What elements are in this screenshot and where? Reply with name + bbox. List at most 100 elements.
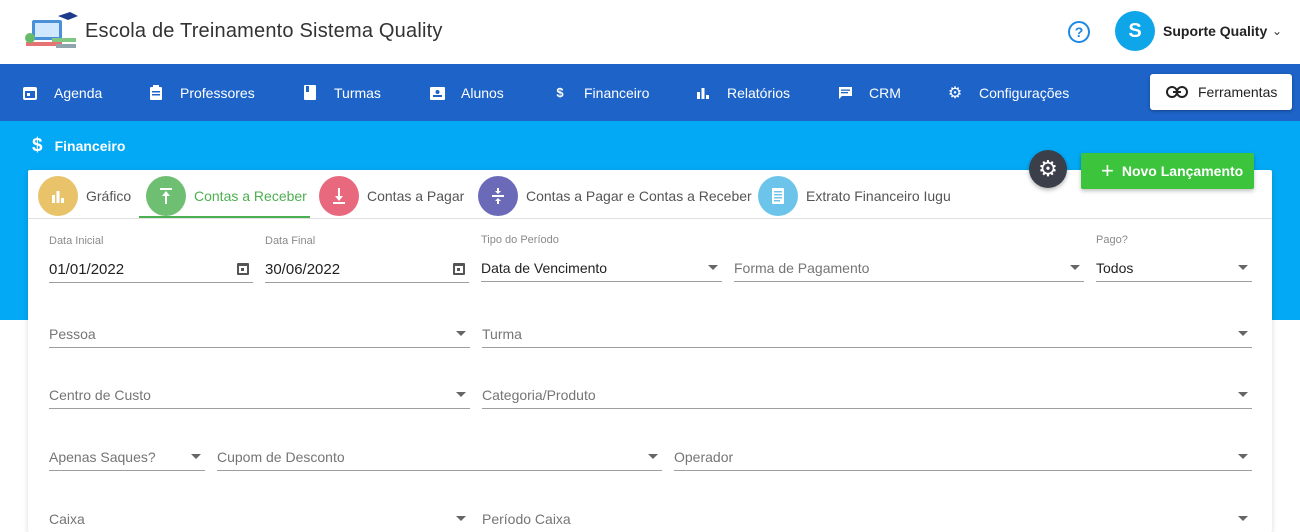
field-value: Data de Vencimento [481, 260, 608, 276]
calendar-icon [22, 85, 38, 101]
field-value: 30/06/2022 [265, 261, 341, 278]
tab-label: Contas a Pagar e Contas a Receber [526, 188, 752, 204]
dollar-icon: $ [32, 135, 43, 156]
clipboard-icon [148, 85, 164, 101]
id-card-icon [429, 85, 445, 101]
tab-grafico[interactable]: Gráfico [38, 174, 131, 218]
gear-icon: ⚙ [947, 84, 963, 102]
nav-label: Relatórios [727, 84, 791, 101]
nav-label: Turmas [334, 84, 381, 101]
nav-label: Professores [180, 84, 255, 101]
chevron-down-icon[interactable]: ⌄ [1272, 24, 1282, 38]
field-placeholder: Categoria/Produto [482, 387, 596, 403]
nav-label: Alunos [461, 84, 504, 101]
calendar-icon[interactable] [237, 263, 249, 275]
help-icon[interactable]: ? [1068, 21, 1090, 43]
tab-label: Extrato Financeiro Iugu [806, 188, 951, 204]
pago-select[interactable]: Pago? Todos [1096, 234, 1252, 282]
field-value: 01/01/2022 [49, 261, 125, 278]
nav-label: CRM [869, 84, 901, 101]
message-icon [837, 85, 853, 101]
gear-icon: ⚙ [1038, 156, 1058, 181]
nav-item-financeiro[interactable]: $ Financeiro [552, 64, 649, 121]
plus-icon: + [1101, 158, 1114, 183]
tools-label: Ferramentas [1198, 84, 1278, 100]
user-avatar[interactable]: S [1115, 11, 1155, 51]
book-icon [302, 85, 318, 101]
nav-item-turmas[interactable]: Turmas [302, 64, 381, 121]
pessoa-select[interactable]: Pessoa [49, 320, 470, 348]
forma-pagamento-select[interactable]: Forma de Pagamento [734, 254, 1084, 282]
link-icon [1166, 86, 1188, 98]
top-header: Escola de Treinamento Sistema Quality ? … [0, 0, 1300, 64]
field-placeholder: Cupom de Desconto [217, 449, 345, 465]
tab-label: Contas a Receber [194, 188, 307, 204]
settings-button[interactable]: ⚙ [1029, 150, 1067, 188]
operador-select[interactable]: Operador [674, 443, 1252, 471]
chevron-down-icon [191, 454, 201, 459]
nav-item-relatorios[interactable]: Relatórios [695, 64, 790, 121]
apenas-saques-select[interactable]: Apenas Saques? [49, 443, 205, 471]
school-logo-icon[interactable] [22, 12, 78, 52]
chevron-down-icon [1238, 265, 1248, 270]
tab-contas-pagar-receber[interactable]: Contas a Pagar e Contas a Receber [478, 174, 752, 218]
turma-select[interactable]: Turma [482, 320, 1252, 348]
field-placeholder: Centro de Custo [49, 387, 151, 403]
chevron-down-icon [456, 516, 466, 521]
chevron-down-icon [708, 265, 718, 270]
chevron-down-icon [1238, 331, 1248, 336]
active-tab-indicator [139, 216, 310, 218]
field-label: Pago? [1096, 234, 1128, 246]
chevron-down-icon [1070, 265, 1080, 270]
user-name[interactable]: Suporte Quality [1163, 23, 1267, 39]
nav-label: Financeiro [584, 84, 650, 101]
nav-label: Configurações [979, 84, 1070, 101]
field-placeholder: Pessoa [49, 326, 96, 342]
chevron-down-icon [1238, 516, 1248, 521]
field-label: Data Final [265, 235, 316, 247]
tab-label: Gráfico [86, 188, 132, 204]
tab-contas-pagar[interactable]: Contas a Pagar [319, 174, 464, 218]
chevron-down-icon [1238, 392, 1248, 397]
receipt-icon [758, 176, 798, 216]
chevron-down-icon [648, 454, 658, 459]
tab-label: Contas a Pagar [367, 188, 465, 204]
field-placeholder: Forma de Pagamento [734, 260, 870, 276]
centro-custo-select[interactable]: Centro de Custo [49, 381, 470, 409]
new-entry-label: Novo Lançamento [1121, 163, 1244, 179]
data-inicial-field[interactable]: Data Inicial 01/01/2022 [49, 235, 253, 283]
tools-button[interactable]: Ferramentas [1150, 74, 1292, 110]
chevron-down-icon [1238, 454, 1248, 459]
field-placeholder: Operador [674, 449, 734, 465]
nav-item-agenda[interactable]: Agenda [22, 64, 102, 121]
compress-icon [478, 176, 518, 216]
tab-extrato-iugu[interactable]: Extrato Financeiro Iugu [758, 174, 951, 218]
bar-chart-icon [695, 85, 711, 101]
data-final-field[interactable]: Data Final 30/06/2022 [265, 235, 469, 283]
field-placeholder: Apenas Saques? [49, 449, 156, 465]
tab-contas-receber[interactable]: Contas a Receber [146, 174, 307, 218]
calendar-icon[interactable] [453, 263, 465, 275]
caixa-select[interactable]: Caixa [49, 505, 470, 532]
field-label: Tipo do Período [481, 234, 559, 246]
field-label: Data Inicial [49, 235, 104, 247]
nav-item-professores[interactable]: Professores [148, 64, 255, 121]
nav-item-crm[interactable]: CRM [837, 64, 901, 121]
chevron-down-icon [456, 331, 466, 336]
download-icon [319, 176, 359, 216]
field-placeholder: Período Caixa [482, 511, 571, 527]
tipo-periodo-select[interactable]: Tipo do Período Data de Vencimento [481, 234, 722, 282]
section-title-text: Financeiro [54, 138, 126, 154]
nav-item-alunos[interactable]: Alunos [429, 64, 504, 121]
periodo-caixa-select[interactable]: Período Caixa [482, 505, 1252, 532]
new-entry-button[interactable]: + Novo Lançamento [1081, 153, 1254, 189]
nav-label: Agenda [54, 84, 103, 101]
cupom-desconto-select[interactable]: Cupom de Desconto [217, 443, 662, 471]
categoria-produto-select[interactable]: Categoria/Produto [482, 381, 1252, 409]
section-title: $ Financeiro [32, 135, 125, 157]
field-placeholder: Turma [482, 326, 522, 342]
nav-item-configuracoes[interactable]: ⚙ Configurações [947, 64, 1069, 121]
main-nav: Agenda Professores Turmas Alunos $ Finan… [0, 64, 1300, 121]
chevron-down-icon [456, 392, 466, 397]
finance-card: Gráfico Contas a Receber Contas a Pagar … [28, 170, 1272, 532]
